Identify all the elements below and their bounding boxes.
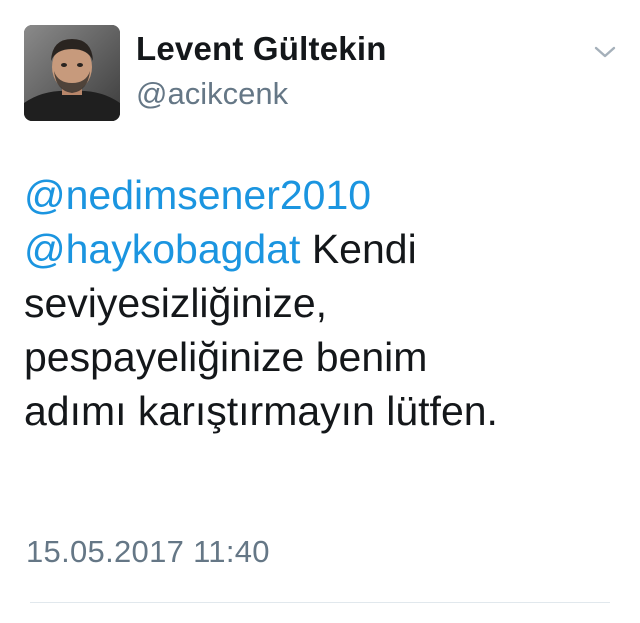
profile-photo-icon <box>24 25 120 121</box>
author-handle[interactable]: @acikcenk <box>136 76 288 112</box>
divider <box>30 602 610 603</box>
mention-link[interactable]: @haykobagdat <box>24 226 300 272</box>
tweet-text-line: pespayeliğinize benim <box>24 334 428 380</box>
chevron-down-icon <box>594 46 616 58</box>
tweet-menu-button[interactable] <box>588 38 622 66</box>
tweet-timestamp[interactable]: 15.05.2017 11:40 <box>26 534 270 570</box>
tweet-card: Levent Gültekin @acikcenk @nedimsener201… <box>0 0 640 623</box>
avatar[interactable] <box>24 25 120 121</box>
tweet-text: @nedimsener2010 @haykobagdat Kendi seviy… <box>24 168 624 438</box>
tweet-text-line: adımı karıştırmayın lütfen. <box>24 388 498 434</box>
mention-link[interactable]: @nedimsener2010 <box>24 172 371 218</box>
tweet-text-segment: Kendi <box>300 226 417 272</box>
tweet-text-line: seviyesizliğinize, <box>24 280 328 326</box>
author-display-name[interactable]: Levent Gültekin <box>136 30 387 68</box>
